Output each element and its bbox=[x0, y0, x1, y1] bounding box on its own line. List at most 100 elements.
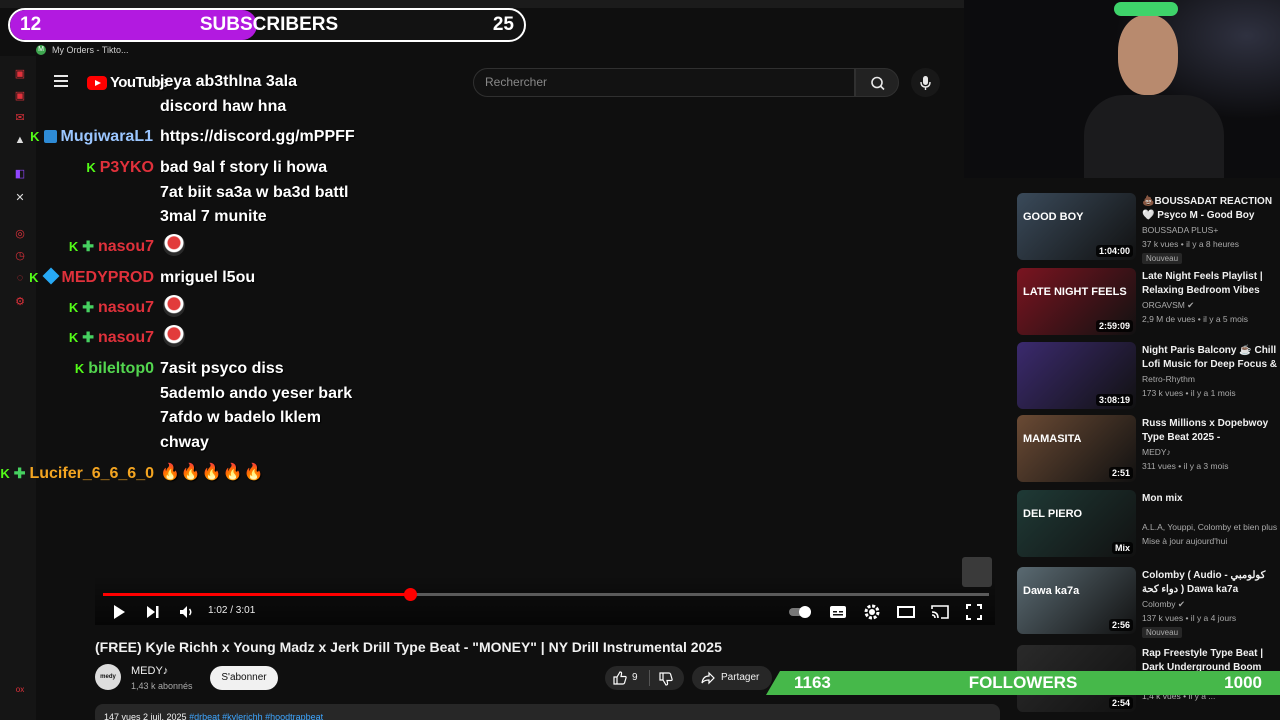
channel-name[interactable]: MEDY♪ bbox=[131, 665, 168, 677]
like-icon[interactable] bbox=[613, 671, 627, 685]
follower-goal-title: FOLLOWERS bbox=[968, 673, 1078, 692]
chat-username[interactable]: K ✚ Lucifer_6_6_6_0 bbox=[0, 462, 154, 484]
streamer-headband bbox=[1114, 2, 1178, 16]
chat-message: chway bbox=[160, 433, 209, 451]
sidebar-app-icon[interactable]: ▲ bbox=[14, 134, 26, 146]
video-thumbnail[interactable]: GOOD BOY 1:04:00 bbox=[1017, 193, 1136, 260]
recommended-video[interactable]: 3:08:19 Night Paris Balcony ☕ Chill Lofi … bbox=[1017, 342, 1280, 412]
plus-badge-icon: ✚ bbox=[82, 238, 94, 254]
description-box[interactable]: 147 vues 2 juil. 2025 #drbeat #kylerichh… bbox=[95, 704, 1000, 720]
subscriber-goal-target: 25 bbox=[492, 14, 514, 35]
chat-username[interactable]: Kbileltop0 bbox=[73, 358, 154, 380]
description-meta: 147 vues 2 juil. 2025 bbox=[104, 712, 190, 720]
sidebar-app-icon[interactable]: ✉ bbox=[14, 112, 26, 124]
voice-search-button[interactable] bbox=[911, 68, 940, 97]
chat-username[interactable]: K MEDYPROD bbox=[28, 267, 154, 289]
progress-scrubber[interactable] bbox=[403, 588, 417, 601]
video-thumbnail[interactable]: MAMASITA 2:51 bbox=[1017, 415, 1136, 482]
channel-avatar[interactable]: medy bbox=[95, 664, 121, 690]
history-icon[interactable]: ◷ bbox=[14, 250, 26, 262]
sidebar-app-icon[interactable]: ◎ bbox=[14, 228, 26, 240]
chat-message: discord haw hna bbox=[160, 97, 287, 115]
settings-gear-icon[interactable] bbox=[863, 603, 881, 621]
twitch-icon[interactable]: ◧ bbox=[14, 168, 26, 180]
thumbnail-text: MAMASITA bbox=[1023, 433, 1082, 445]
recommended-video-channel[interactable]: Colomby ✔ bbox=[1142, 599, 1185, 610]
settings-icon[interactable]: ⚙ bbox=[14, 296, 26, 308]
recommended-video-meta: Mise à jour aujourd'hui bbox=[1142, 536, 1228, 546]
chat-message: bad 9al f story li howa bbox=[160, 159, 328, 176]
chat-emote bbox=[163, 234, 185, 256]
youtube-logo[interactable]: YouTube bbox=[87, 74, 168, 91]
theater-mode-icon[interactable] bbox=[896, 603, 916, 621]
recommended-video-title[interactable]: Night Paris Balcony ☕ Chill Lofi Music f… bbox=[1142, 344, 1280, 372]
kick-badge-icon: K bbox=[30, 129, 40, 145]
divider bbox=[649, 670, 650, 686]
recommended-video[interactable]: LATE NIGHT FEELS 2:59:09 Late Night Feels … bbox=[1017, 268, 1280, 338]
video-thumbnail[interactable]: 3:08:19 bbox=[1017, 342, 1136, 409]
description-tags[interactable]: #drbeat #kylerichh #hoodtrapbeat bbox=[189, 712, 323, 720]
chat-message: jeya ab3thlna 3ala bbox=[160, 73, 297, 90]
chat-message: 5ademlo ando yeser bark bbox=[160, 384, 353, 402]
recommended-video-channel[interactable]: Retro-Rhythm bbox=[1142, 374, 1195, 384]
sidebar-app-icon[interactable]: ▣ bbox=[14, 68, 26, 80]
sidebar-app-icon[interactable]: ▣ bbox=[14, 90, 26, 102]
recommended-video-title[interactable]: Late Night Feels Playlist | Relaxing Bed… bbox=[1142, 270, 1280, 298]
search-input[interactable]: Rechercher bbox=[473, 68, 855, 97]
kick-badge-icon: K bbox=[68, 239, 79, 255]
chat-username[interactable]: K ✚ nasou7 bbox=[67, 326, 154, 348]
verified-badge-icon bbox=[43, 130, 57, 144]
subscribe-button[interactable]: S'abonner bbox=[210, 666, 278, 690]
browser-sidebar: ▣ ▣ ✉ ▲ ◧ ✕ ◎ ◷ ◌ ⚙ ox bbox=[0, 56, 36, 720]
recommended-video-title[interactable]: Mon mix bbox=[1142, 492, 1280, 520]
x-icon[interactable]: ✕ bbox=[14, 192, 26, 204]
chat-username[interactable]: K MugiwaraL1 bbox=[29, 126, 153, 148]
progress-bar[interactable] bbox=[103, 588, 989, 601]
recommended-video-channel[interactable]: A.L.A, Youppi, Colomby et bien plus bbox=[1142, 522, 1277, 532]
kick-badge-icon: K bbox=[29, 270, 39, 286]
kick-badge-icon: K bbox=[74, 361, 85, 377]
recommended-video-channel[interactable]: ORGAVSM ✔ bbox=[1142, 300, 1194, 311]
menu-icon[interactable] bbox=[54, 75, 68, 87]
recommended-video[interactable]: DEL PIERO Mix Mon mix A.L.A, Youppi, Colomb… bbox=[1017, 490, 1280, 560]
video-thumbnail[interactable]: LATE NIGHT FEELS 2:59:09 bbox=[1017, 268, 1136, 335]
volume-icon[interactable] bbox=[178, 603, 196, 621]
recommended-video-title[interactable]: 💩BOUSSADAT REACTION 🤍 Psyco M - Good Boy bbox=[1142, 195, 1280, 223]
recommended-video-title[interactable]: Russ Millions x Dopebwoy Type Beat 2025 … bbox=[1142, 417, 1280, 445]
subtitles-icon[interactable] bbox=[829, 603, 847, 621]
kick-badge-icon: K bbox=[0, 466, 10, 482]
sidebar-app-icon[interactable]: ox bbox=[14, 684, 26, 696]
cast-icon[interactable] bbox=[930, 603, 950, 621]
next-icon[interactable] bbox=[145, 603, 161, 621]
recommended-video[interactable]: MAMASITA 2:51 Russ Millions x Dopebwoy Typ… bbox=[1017, 415, 1280, 485]
chat-emote bbox=[163, 295, 185, 317]
fullscreen-icon[interactable] bbox=[965, 603, 983, 621]
search-icon bbox=[871, 76, 885, 91]
chat-message: 7at biit sa3a w ba3d battl bbox=[160, 183, 349, 201]
recommended-video-channel[interactable]: BOUSSADA PLUS+ bbox=[1142, 225, 1218, 235]
video-thumbnail[interactable]: DEL PIERO Mix bbox=[1017, 490, 1136, 557]
chat-username[interactable]: K ✚ nasou7 bbox=[67, 235, 154, 257]
video-thumbnail[interactable]: Dawa ka7a 2:56 bbox=[1017, 567, 1136, 634]
recommended-video[interactable]: Dawa ka7a 2:56 Colomby ( Audio كولومبي - د… bbox=[1017, 567, 1280, 638]
dislike-icon[interactable] bbox=[659, 672, 673, 686]
search-button[interactable] bbox=[855, 68, 899, 97]
recommended-video-channel[interactable]: MEDY♪ bbox=[1142, 447, 1171, 457]
recommended-video-meta: 37 k vues • il y a 8 heures bbox=[1142, 239, 1239, 249]
recommended-video[interactable]: GOOD BOY 1:04:00 💩BOUSSADAT REACTION 🤍 Psy… bbox=[1017, 193, 1280, 264]
video-duration: 2:59:09 bbox=[1095, 320, 1133, 332]
video-duration: Mix bbox=[1111, 542, 1133, 554]
sidebar-app-icon[interactable]: ◌ bbox=[14, 272, 26, 284]
autoplay-toggle[interactable] bbox=[788, 603, 814, 621]
recommended-video-title[interactable]: Colomby ( Audio كولومبي - دواء كحة ) Daw… bbox=[1142, 569, 1280, 597]
play-icon[interactable] bbox=[111, 603, 127, 621]
channel-watermark[interactable] bbox=[962, 557, 992, 587]
chat-username[interactable]: K P3YKO bbox=[85, 157, 154, 179]
recommended-video-meta: 2,9 M de vues • il y a 5 mois bbox=[1142, 314, 1248, 324]
recommended-video-title[interactable]: Rap Freestyle Type Beat | Dark Undergrou… bbox=[1142, 647, 1280, 675]
chat-username[interactable]: K ✚ nasou7 bbox=[67, 296, 154, 318]
like-dislike-group: 9 bbox=[605, 666, 684, 690]
kick-badge-icon: K bbox=[86, 160, 96, 176]
bookmark-item[interactable]: M My Orders - Tikto... bbox=[36, 42, 129, 58]
share-button[interactable]: Partager bbox=[692, 666, 772, 690]
